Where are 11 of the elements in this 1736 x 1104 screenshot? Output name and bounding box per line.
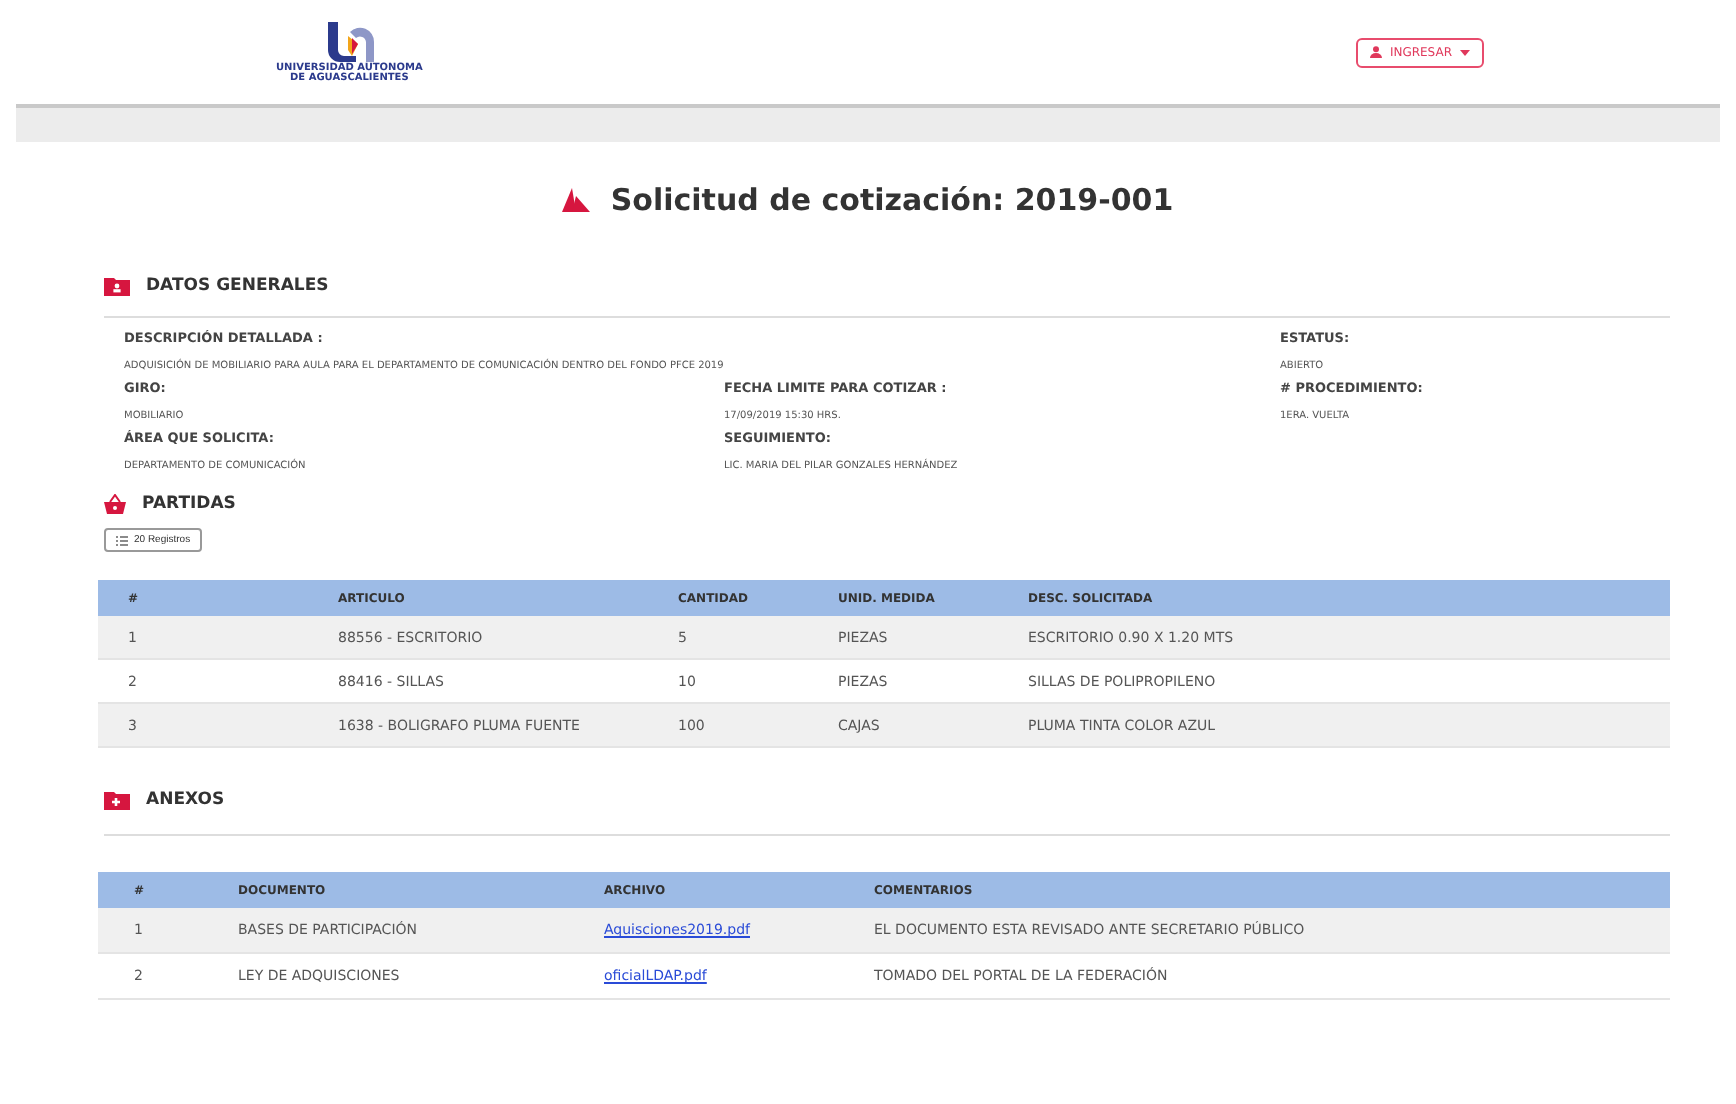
folder-user-icon bbox=[104, 276, 130, 296]
caret-icon bbox=[1460, 49, 1470, 55]
user-icon bbox=[1369, 46, 1382, 58]
section-title: DATOS GENERALES bbox=[146, 276, 329, 296]
triangle-logo-icon bbox=[562, 188, 591, 212]
folder-plus-icon bbox=[104, 790, 130, 810]
page-title: Solicitud de cotización: 2019-001 bbox=[610, 182, 1174, 218]
basket-icon bbox=[104, 494, 126, 514]
section-title: ANEXOS bbox=[146, 790, 225, 810]
section-title: PARTIDAS bbox=[142, 494, 236, 514]
list-icon bbox=[116, 535, 128, 545]
